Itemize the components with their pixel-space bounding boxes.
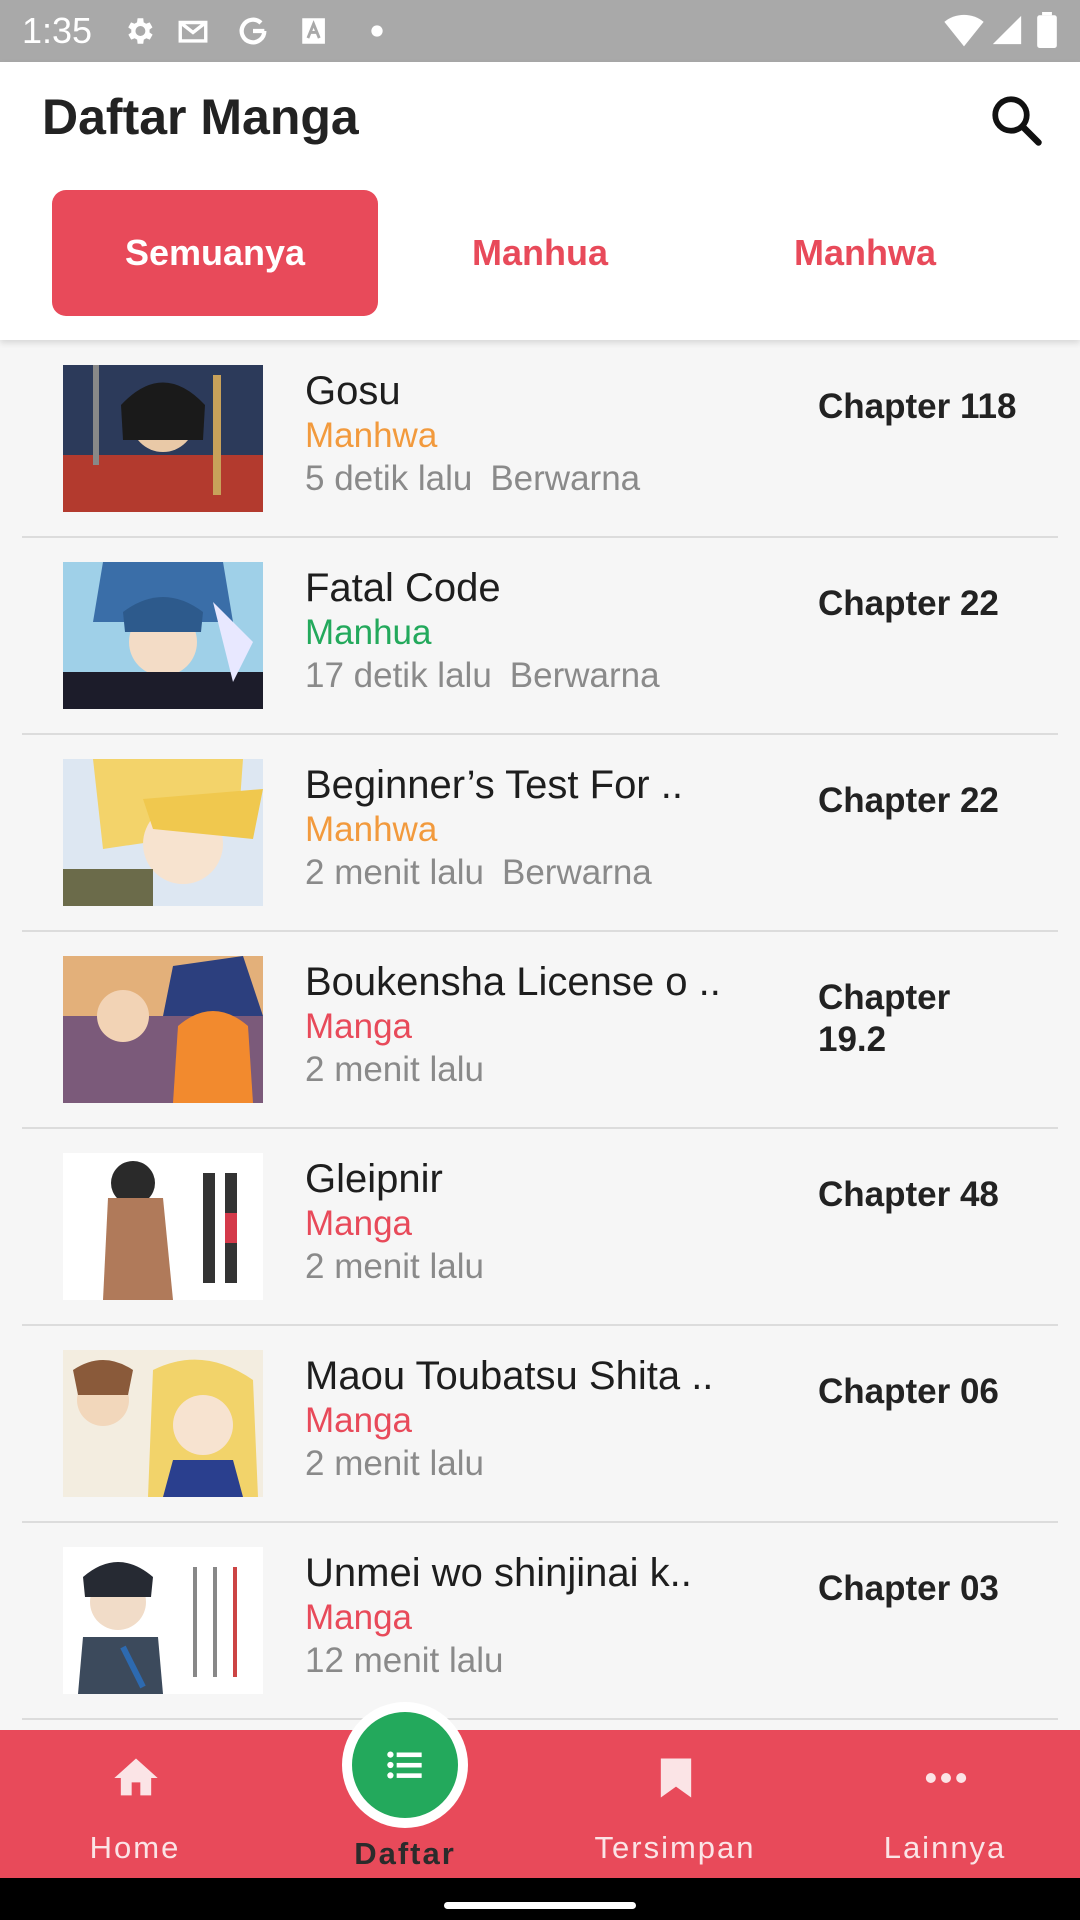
- manga-list: Gosu Manhwa 5 detik lalu Berwarna Chapter…: [0, 340, 1080, 1730]
- nav-home[interactable]: Home: [0, 1730, 270, 1878]
- latest-chapter: Chapter 22: [818, 781, 999, 820]
- signal-icon: [992, 15, 1022, 45]
- latest-chapter: Chapter 06: [818, 1372, 999, 1411]
- manga-type: Manhwa: [305, 416, 438, 455]
- color-tag: Berwarna: [490, 459, 641, 498]
- manga-title: Unmei wo shinjinai k..: [305, 1551, 692, 1595]
- color-tag: Berwarna: [509, 656, 660, 695]
- update-time: 17 detik lalu: [305, 656, 492, 695]
- google-icon: [239, 17, 267, 45]
- nav-lainnya[interactable]: Lainnya: [810, 1730, 1080, 1878]
- manga-title: Maou Toubatsu Shita ..: [305, 1354, 714, 1398]
- page-title: Daftar Manga: [42, 89, 359, 145]
- update-time: 12 menit lalu: [305, 1641, 504, 1680]
- bottom-nav: Home Tersimpan Lainnya: [0, 1730, 1080, 1878]
- tab-semuanya[interactable]: Semuanya: [52, 190, 378, 316]
- nav-tersimpan[interactable]: Tersimpan: [540, 1730, 810, 1878]
- update-time: 5 detik lalu: [305, 459, 473, 498]
- manga-type: Manga: [305, 1007, 413, 1046]
- list-item[interactable]: Boukensha License o .. Manga 2 menit lal…: [22, 931, 1058, 1129]
- cover-image: [63, 1350, 263, 1497]
- app-bar: Daftar Manga Semuanya Manhua Manhwa: [0, 62, 1080, 340]
- more-icon: [925, 1773, 967, 1783]
- settings-icon: [128, 18, 153, 44]
- bookmark-icon: [660, 1758, 692, 1798]
- cover-image: [63, 1153, 263, 1300]
- list-item[interactable]: Beginner’s Test For .. Manhwa 2 menit la…: [22, 734, 1058, 932]
- nav-daftar-button[interactable]: [352, 1712, 458, 1818]
- manga-title: Gleipnir: [305, 1157, 443, 1201]
- manga-title: Beginner’s Test For ..: [305, 763, 683, 807]
- gesture-bar: [0, 1878, 1080, 1920]
- gmail-icon: [178, 20, 208, 43]
- wifi-icon: [944, 14, 984, 47]
- dot-icon: [371, 25, 383, 37]
- manga-type: Manga: [305, 1204, 413, 1243]
- latest-chapter: Chapter 48: [818, 1175, 999, 1214]
- tab-manhua[interactable]: Manhua: [377, 190, 703, 316]
- status-bar: 1:35: [0, 0, 1080, 62]
- latest-chapter: Chapter 118: [818, 387, 1017, 426]
- cover-image: [63, 365, 263, 512]
- cover-image: [63, 1547, 263, 1694]
- latest-chapter: Chapter 19.2: [818, 978, 951, 1059]
- list-item[interactable]: Gleipnir Manga 2 menit lalu Chapter 48: [22, 1128, 1058, 1326]
- update-time: 2 menit lalu: [305, 1444, 484, 1483]
- nav-tersimpan-label: Tersimpan: [594, 1830, 756, 1865]
- list-item[interactable]: Gosu Manhwa 5 detik lalu Berwarna Chapter…: [22, 340, 1058, 538]
- latest-chapter: Chapter 03: [818, 1569, 999, 1608]
- nav-home-label: Home: [89, 1830, 181, 1865]
- cover-image: [63, 956, 263, 1103]
- manga-type: Manga: [305, 1598, 413, 1637]
- tab-manhwa[interactable]: Manhwa: [702, 190, 1028, 316]
- status-time: 1:35: [22, 10, 93, 51]
- update-time: 2 menit lalu: [305, 1050, 484, 1089]
- nav-lainnya-label: Lainnya: [883, 1830, 1007, 1865]
- update-time: 2 menit lalu: [305, 853, 484, 892]
- manga-title: Gosu: [305, 369, 401, 413]
- list-item[interactable]: Fatal Code Manhua 17 detik lalu Berwarna …: [22, 537, 1058, 735]
- list-item[interactable]: Maou Toubatsu Shita .. Manga 2 menit lal…: [22, 1325, 1058, 1523]
- manga-title: Boukensha License o ..: [305, 960, 721, 1004]
- nav-daftar-label: Daftar: [354, 1836, 456, 1871]
- home-indicator[interactable]: [444, 1902, 636, 1909]
- manga-type: Manhwa: [305, 810, 438, 849]
- translate-icon: [302, 18, 325, 44]
- latest-chapter: Chapter 22: [818, 584, 999, 623]
- manga-title: Fatal Code: [305, 566, 501, 610]
- search-icon[interactable]: [986, 90, 1046, 150]
- battery-icon: [1037, 12, 1057, 48]
- manga-type: Manga: [305, 1401, 413, 1440]
- list-item[interactable]: Unmei wo shinjinai k.. Manga 12 menit la…: [22, 1522, 1058, 1720]
- color-tag: Berwarna: [501, 853, 652, 892]
- cover-image: [63, 562, 263, 709]
- home-icon: [114, 1758, 158, 1796]
- category-tabs: Semuanya Manhua Manhwa: [52, 190, 1027, 316]
- update-time: 2 menit lalu: [305, 1247, 484, 1286]
- cover-image: [63, 759, 263, 906]
- manga-type: Manhua: [305, 613, 432, 652]
- list-icon: [387, 1751, 422, 1779]
